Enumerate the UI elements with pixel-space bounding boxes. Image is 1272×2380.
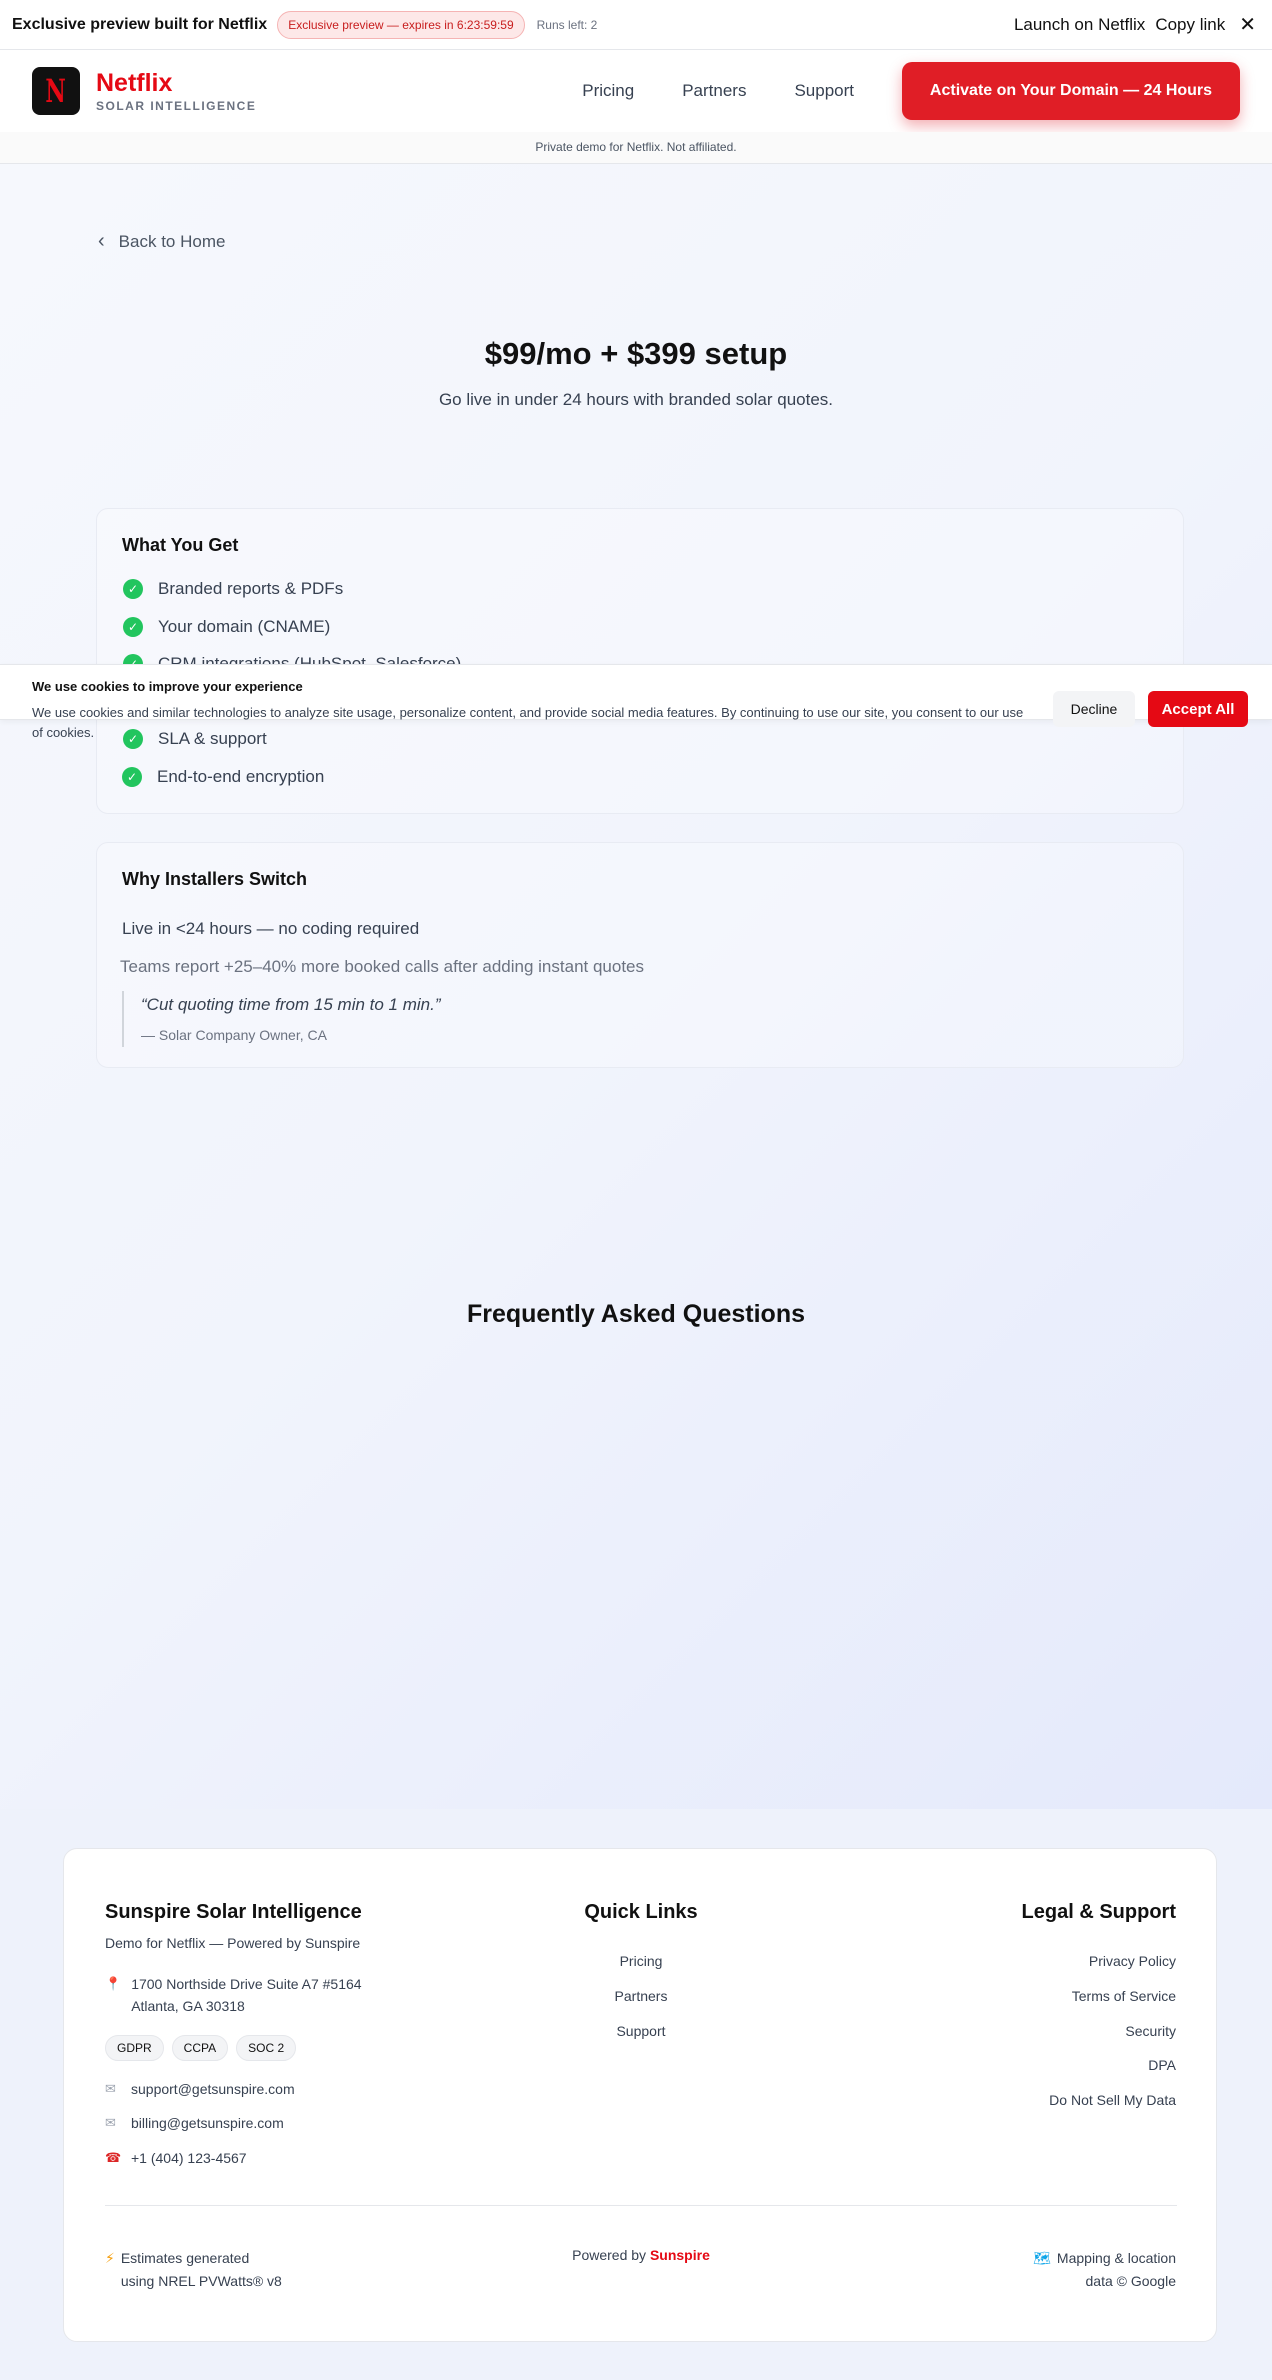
main-content: ‹ Back to Home $99/mo + $399 setup Go li… [0,164,1272,1809]
expiry-badge: Exclusive preview — expires in 6:23:59:5… [277,10,525,39]
faq-title: Frequently Asked Questions [466,1300,806,1328]
powered-brand[interactable]: Sunspire [650,2247,710,2263]
billing-email[interactable]: ✉ billing@getsunspire.com [105,2115,284,2131]
footer-divider [105,2205,1177,2206]
footer-company: Sunspire Solar Intelligence [105,1901,362,1923]
address-line: 1700 Northside Drive Suite A7 #5164 [131,1976,362,1992]
why-line: Teams report +25–40% more booked calls a… [120,957,645,976]
footer-link-partners[interactable]: Partners [561,1988,721,2004]
check-circle-icon: ✓ [123,617,143,637]
compliance-tag: CCPA [171,2035,229,2061]
nav-pricing[interactable]: Pricing [582,81,634,101]
check-circle-icon: ✓ [123,579,143,599]
card-title: What You Get [122,535,239,555]
compliance-tag: SOC 2 [236,2035,297,2061]
map-pin-icon: 📍 [105,1976,122,1991]
compliance-tags: GDPR CCPA SOC 2 [105,2035,297,2061]
feature-item: ✓ End-to-end encryption [122,767,324,787]
feature-label: End-to-end encryption [157,767,325,786]
footer-link-pricing[interactable]: Pricing [561,1953,721,1969]
feature-label: Branded reports & PDFs [158,579,344,598]
demo-notice: Private demo for Netflix. Not affiliated… [0,132,1272,164]
phone-number[interactable]: ☎ +1 (404) 123-4567 [105,2150,247,2166]
powered-prefix: Powered by [572,2247,647,2263]
preview-title: Exclusive preview built for Netflix [12,15,268,33]
legal-title: Legal & Support [1021,1901,1176,1923]
logo-letter: N [45,72,67,110]
card-title: Why Installers Switch [122,869,308,889]
feature-item: ✓ Your domain (CNAME) [123,617,330,637]
preview-bar: Exclusive preview built for Netflix Excl… [0,0,1272,50]
brand: Netflix SOLAR INTELLIGENCE [96,70,256,113]
map-icon: 🗺 [1033,2250,1051,2266]
close-icon[interactable]: ✕ [1235,12,1260,37]
chevron-left-icon: ‹ [98,230,105,252]
footer-subtitle: Demo for Netflix — Powered by Sunspire [105,1935,361,1951]
launch-link[interactable]: Launch on Netflix [1014,15,1145,35]
map-line: data © Google [1085,2273,1177,2289]
cookie-body: We use cookies and similar technologies … [32,705,1024,740]
support-email[interactable]: ✉ support@getsunspire.com [105,2081,295,2097]
footer-address: 📍 1700 Northside Drive Suite A7 #5164 At… [105,1973,362,2017]
testimonial-quote: “Cut quoting time from 15 min to 1 min.” [141,995,441,1014]
pricing-title: $99/mo + $399 setup [484,336,788,371]
why-line: Live in <24 hours — no coding required [122,919,420,938]
address-line: Atlanta, GA 30318 [131,1998,245,2014]
footer-link-do-not-sell[interactable]: Do Not Sell My Data [1049,2092,1176,2108]
mail-icon: ✉ [105,2115,116,2130]
email-label: billing@getsunspire.com [131,2115,284,2131]
brand-name: Netflix [96,68,173,97]
accept-all-button[interactable]: Accept All [1148,691,1248,727]
phone-label: +1 (404) 123-4567 [131,2150,247,2166]
site-header: N Netflix SOLAR INTELLIGENCE Pricing Par… [0,50,1272,132]
cookie-banner: We use cookies to improve your experienc… [0,664,1272,740]
footer-link-security[interactable]: Security [1125,2023,1176,2039]
footer-link-privacy[interactable]: Privacy Policy [1089,1953,1176,1969]
map-line: Mapping & location [1056,2250,1176,2266]
quick-links-title: Quick Links [584,1901,698,1923]
footer-link-terms[interactable]: Terms of Service [1072,1988,1176,2004]
pricing-subtitle: Go live in under 24 hours with branded s… [438,390,834,409]
nav-support[interactable]: Support [794,81,854,101]
compliance-tag: GDPR [105,2035,164,2061]
phone-icon: ☎ [105,2150,122,2165]
check-circle-icon: ✓ [122,767,142,787]
main-nav: Pricing Partners Support Activate on You… [582,62,1240,120]
mail-icon: ✉ [105,2081,116,2096]
testimonial: “Cut quoting time from 15 min to 1 min.”… [122,991,441,1047]
decline-button[interactable]: Decline [1053,691,1135,727]
copy-link[interactable]: Copy link [1155,15,1225,35]
what-you-get-card: What You Get ✓ Branded reports & PDFs ✓ … [96,508,1184,814]
why-installers-card: Why Installers Switch Live in <24 hours … [96,842,1184,1068]
preview-actions: Launch on Netflix Copy link ✕ [1014,12,1260,37]
back-label: Back to Home [118,231,226,251]
footer-link-support[interactable]: Support [561,2023,721,2039]
brand-subtitle: SOLAR INTELLIGENCE [96,98,257,113]
estimates-line: using NREL PVWatts® v8 [120,2273,282,2289]
testimonial-author: — Solar Company Owner, CA [141,1027,327,1043]
netflix-logo[interactable]: N [32,67,80,115]
site-footer: Sunspire Solar Intelligence Demo for Net… [63,1848,1217,2342]
feature-item: ✓ Branded reports & PDFs [123,579,343,599]
map-attribution: 🗺 Mapping & location data © Google [1033,2247,1176,2293]
footer-link-dpa[interactable]: DPA [1148,2057,1176,2073]
back-link[interactable]: ‹ Back to Home [98,230,225,253]
cookie-title: We use cookies to improve your experienc… [32,679,303,694]
runs-left: Runs left: 2 [536,17,598,32]
feature-label: Your domain (CNAME) [158,617,331,636]
nav-partners[interactable]: Partners [682,81,746,101]
activate-button[interactable]: Activate on Your Domain — 24 Hours [902,62,1240,120]
email-label: support@getsunspire.com [131,2081,295,2097]
